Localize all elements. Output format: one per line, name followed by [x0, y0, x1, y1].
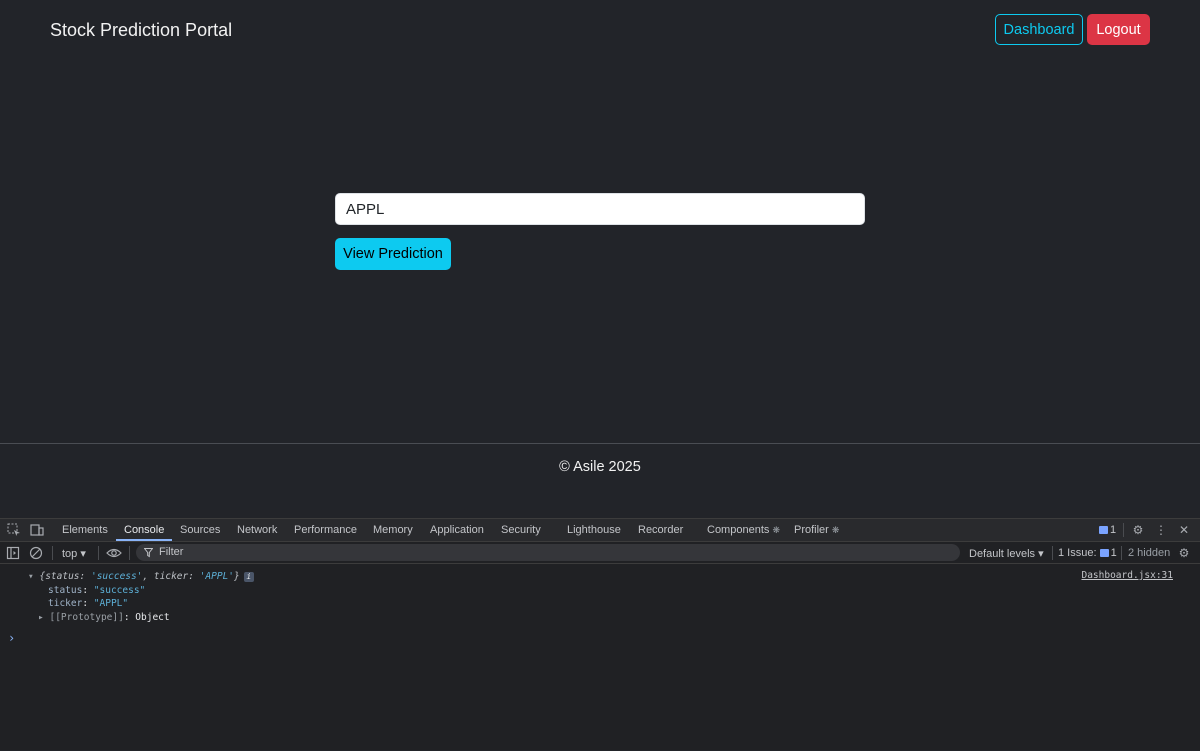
toolbar-divider — [1123, 523, 1124, 537]
message-flag-icon — [1099, 526, 1108, 535]
console-filter-input[interactable]: Filter — [136, 544, 960, 561]
tab-recorder[interactable]: Recorder — [638, 524, 683, 536]
expand-triangle-right-icon[interactable]: ▸ — [38, 612, 44, 623]
messages-counter[interactable]: 1 — [1099, 524, 1116, 536]
app-page: Stock Prediction Portal Dashboard Logout… — [0, 0, 1200, 518]
expand-triangle-down-icon[interactable]: ▾ — [28, 571, 34, 582]
tab-application[interactable]: Application — [430, 524, 484, 536]
log-prop-status: status: "success" — [48, 585, 145, 596]
footer-copyright: © Asile 2025 — [559, 459, 641, 475]
tab-elements[interactable]: Elements — [62, 524, 108, 536]
device-toolbar-icon[interactable] — [30, 523, 44, 537]
active-tab-indicator — [116, 539, 172, 541]
issues-label: 1 Issue: — [1058, 547, 1097, 559]
log-levels-label: Default levels — [969, 548, 1036, 560]
context-label: top — [62, 548, 78, 560]
tab-lighthouse[interactable]: Lighthouse — [567, 524, 621, 536]
issues-count: 1 — [1110, 547, 1117, 559]
log-levels-dropdown[interactable]: Default levels ▾ — [969, 547, 1044, 560]
filter-funnel-icon — [143, 544, 154, 567]
react-extension-icon: ❋ — [772, 525, 780, 535]
info-icon[interactable]: i — [243, 572, 254, 582]
toolbar-divider — [52, 546, 53, 560]
prop-val-prototype: Object — [135, 612, 170, 623]
context-selector[interactable]: top ▾ — [62, 547, 86, 560]
tab-components-label: Components — [707, 524, 770, 536]
tab-sources[interactable]: Sources — [180, 524, 220, 536]
dashboard-button[interactable]: Dashboard — [995, 14, 1083, 45]
hidden-messages-count[interactable]: 2 hidden — [1128, 547, 1170, 559]
toolbar-divider — [98, 546, 99, 560]
log-source-link[interactable]: Dashboard.jsx:31 — [1081, 570, 1173, 581]
footer-divider — [0, 443, 1200, 444]
prop-key-prototype: [[Prototype]] — [49, 612, 124, 623]
clear-console-icon[interactable] — [29, 546, 43, 560]
summary-key-ticker: ticker — [153, 571, 189, 582]
prop-colon: : — [123, 612, 136, 623]
tab-components[interactable]: Components ❋ — [707, 524, 780, 536]
close-devtools-icon[interactable]: ✕ — [1177, 523, 1191, 537]
more-options-icon[interactable]: ⋮ — [1154, 523, 1168, 537]
summary-colon: : — [79, 571, 91, 582]
summary-key-status: status — [45, 571, 80, 582]
console-settings-gear-icon[interactable]: ⚙ — [1177, 546, 1191, 560]
prop-key-status: status — [48, 585, 83, 596]
tab-profiler[interactable]: Profiler ❋ — [794, 524, 839, 536]
toolbar-divider — [1052, 546, 1053, 560]
issue-flag-icon — [1099, 549, 1109, 558]
sidebar-toggle-icon[interactable] — [6, 546, 20, 560]
devtools-tab-bar: Elements Console Sources Network Perform… — [0, 519, 1200, 542]
summary-val-ticker: 'APPL' — [199, 571, 235, 582]
summary-val-status: 'success' — [90, 571, 143, 582]
chevron-down-icon: ▾ — [80, 548, 86, 560]
tab-performance[interactable]: Performance — [294, 524, 357, 536]
console-output: ▾ {status: 'success', ticker: 'APPL'} i D… — [0, 565, 1200, 751]
tab-profiler-label: Profiler — [794, 524, 829, 536]
log-prop-ticker: ticker: "APPL" — [48, 598, 128, 609]
prop-colon: : — [82, 598, 94, 609]
ticker-input[interactable]: APPL — [335, 193, 865, 225]
react-extension-icon: ❋ — [831, 525, 840, 535]
console-toolbar: top ▾ Filter Default levels ▾ 1 Issue: 1… — [0, 542, 1200, 564]
inspect-element-icon[interactable] — [7, 523, 21, 537]
tab-memory[interactable]: Memory — [373, 524, 413, 536]
tab-console[interactable]: Console — [124, 524, 164, 536]
toolbar-divider — [1121, 546, 1122, 560]
toolbar-divider — [129, 546, 130, 560]
log-prop-prototype[interactable]: ▸ [[Prototype]]: Object — [38, 612, 170, 623]
settings-gear-icon[interactable]: ⚙ — [1131, 523, 1145, 537]
tab-security[interactable]: Security — [501, 524, 541, 536]
log-entry-summary[interactable]: ▾ {status: 'success', ticker: 'APPL'} i — [28, 571, 254, 582]
tab-network[interactable]: Network — [237, 524, 277, 536]
issues-counter[interactable]: 1 Issue: 1 — [1058, 547, 1117, 559]
view-prediction-button[interactable]: View Prediction — [335, 238, 451, 270]
summary-comma: , — [142, 571, 154, 582]
prop-val-status: "success" — [93, 585, 146, 596]
chevron-down-icon: ▾ — [1038, 548, 1044, 560]
filter-placeholder: Filter — [159, 546, 184, 558]
devtools-panel: Elements Console Sources Network Perform… — [0, 518, 1200, 750]
summary-brace-close: } — [234, 571, 240, 582]
prop-val-ticker: "APPL" — [93, 598, 129, 609]
navbar-brand[interactable]: Stock Prediction Portal — [50, 20, 232, 41]
prop-key-ticker: ticker — [48, 598, 83, 609]
console-prompt-icon[interactable]: › — [8, 631, 15, 645]
live-expression-eye-icon[interactable] — [106, 546, 122, 560]
messages-count: 1 — [1110, 524, 1117, 536]
logout-button[interactable]: Logout — [1087, 14, 1150, 45]
summary-colon: : — [188, 571, 200, 582]
prop-colon: : — [82, 585, 94, 596]
